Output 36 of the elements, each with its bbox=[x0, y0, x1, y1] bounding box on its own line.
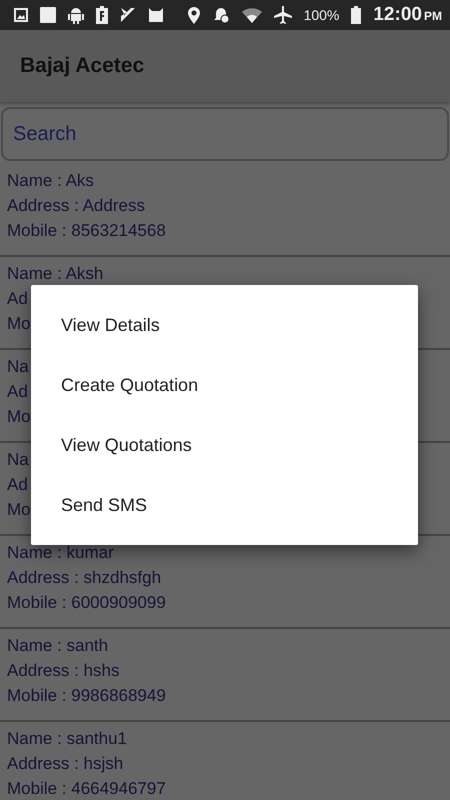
android-icon bbox=[68, 6, 84, 24]
contact-mobile: Mobile : 8563214568 bbox=[7, 220, 166, 242]
contact-address: Ad bbox=[7, 381, 28, 403]
contact-address: Address : Address bbox=[7, 195, 145, 217]
contact-address: Address : hsjsh bbox=[7, 753, 124, 775]
clock-time: 12:00 bbox=[373, 4, 422, 26]
battery-percentage: 100% bbox=[304, 7, 340, 23]
search-field[interactable]: Search bbox=[1, 107, 449, 161]
wifi-icon bbox=[242, 8, 262, 22]
contact-address: Ad bbox=[7, 474, 28, 496]
contact-name: Name : santhu1 bbox=[7, 728, 128, 750]
contact-address: Address : shzdhsfgh bbox=[7, 567, 162, 589]
clock-period: PM bbox=[424, 9, 442, 23]
menu-item[interactable]: Send SMS bbox=[31, 475, 418, 535]
image-icon bbox=[14, 8, 28, 22]
contact-address: Address : hshs bbox=[7, 660, 120, 682]
menu-item[interactable]: Create Quotation bbox=[31, 355, 418, 415]
contact-name: Name : kumar bbox=[7, 542, 114, 564]
contact-mobile: Mobile : 6000909099 bbox=[7, 592, 166, 614]
contact-name: Na bbox=[7, 356, 29, 378]
contact-name: Name : Aks bbox=[7, 170, 94, 192]
contact-name: Name : Aksh bbox=[7, 263, 104, 285]
contact-mobile: Mo bbox=[7, 313, 31, 335]
location-icon bbox=[188, 6, 200, 24]
contact-mobile: Mobile : 9986868949 bbox=[7, 685, 166, 707]
menu-item[interactable]: View Quotations bbox=[31, 415, 418, 475]
menu-item[interactable]: View Details bbox=[31, 295, 418, 355]
airplane-icon bbox=[274, 6, 292, 24]
contact-mobile: Mo bbox=[7, 406, 31, 428]
contact-mobile: Mo bbox=[7, 499, 31, 521]
contact-name: Na bbox=[7, 449, 29, 471]
contact-address: Ad bbox=[7, 288, 28, 310]
contact-mobile: Mobile : 4664946797 bbox=[7, 778, 166, 800]
alarm-icon bbox=[212, 6, 230, 24]
app-title: Bajaj Acetec bbox=[20, 54, 144, 78]
contact-name: Name : santh bbox=[7, 635, 108, 657]
